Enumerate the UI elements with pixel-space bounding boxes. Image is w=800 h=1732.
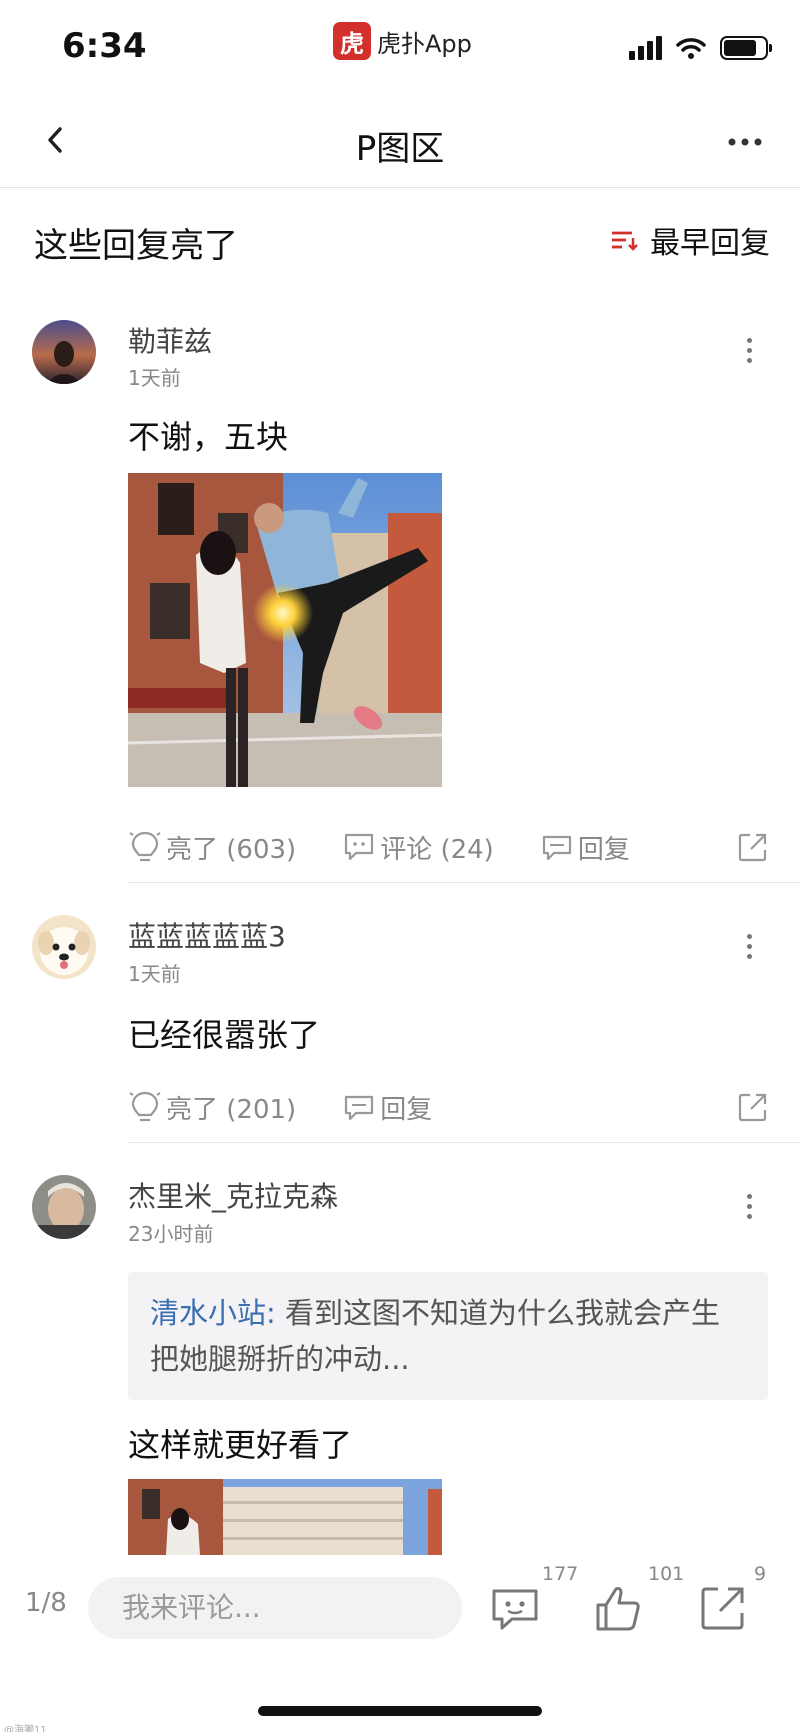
app-name: 虎扑App [377, 29, 472, 58]
reply-action-bar: 亮了 (201) 回复 [128, 1082, 770, 1132]
light-button[interactable]: 亮了 (201) [128, 1089, 296, 1126]
status-time: 6:34 [62, 26, 147, 66]
reply-more-button[interactable] [734, 926, 764, 966]
comments-count: 177 [542, 1563, 579, 1585]
divider [128, 882, 800, 883]
more-horizontal-icon [728, 138, 762, 146]
light-count: 亮了 (201) [166, 1094, 297, 1125]
avatar[interactable] [32, 915, 96, 979]
reply-text: 已经很嚣张了 [128, 1016, 321, 1054]
app-logo: 虎 [333, 22, 371, 60]
reply-timestamp: 23小时前 [128, 1222, 214, 1246]
reply-timestamp: 1天前 [128, 962, 181, 986]
reply-more-button[interactable] [734, 330, 764, 370]
lightbulb-icon [129, 831, 161, 862]
reply-label: 回复 [577, 834, 630, 865]
avatar[interactable] [32, 320, 96, 384]
status-bar: 6:34 虎 虎扑App [0, 0, 800, 95]
section-header: 这些回复亮了 最早回复 [0, 188, 800, 288]
reply-image[interactable] [128, 473, 442, 787]
comment-input[interactable]: 我来评论... [88, 1577, 462, 1639]
quoted-reply-author[interactable]: 清水小站: [150, 1296, 276, 1330]
reply-more-button[interactable] [734, 1186, 764, 1226]
reply-username[interactable]: 蓝蓝蓝蓝蓝3 [128, 915, 286, 955]
reply-text: 这样就更好看了 [128, 1426, 353, 1464]
comments-icon[interactable] [488, 1581, 542, 1635]
reply-image[interactable] [128, 1479, 442, 1555]
avatar[interactable] [32, 1175, 96, 1239]
reply-text: 不谢，五块 [128, 418, 289, 456]
divider [128, 1142, 800, 1143]
sort-button[interactable]: 最早回复 [610, 218, 770, 262]
reply-button[interactable]: 回复 [342, 1089, 432, 1126]
reply-button[interactable]: 回复 [540, 829, 630, 866]
reply-username[interactable]: 勒菲兹 [128, 320, 212, 360]
quoted-reply[interactable]: 清水小站: 看到这图不知道为什么我就会产生把她腿掰折的冲动... [128, 1272, 768, 1400]
share-icon [738, 1093, 767, 1122]
light-button[interactable]: 亮了 (603) [128, 829, 296, 866]
share-icon[interactable] [696, 1581, 750, 1635]
comment-count: 评论 (24) [380, 834, 494, 865]
reply-timestamp: 1天前 [128, 366, 181, 390]
reply-bubble-icon [345, 1095, 374, 1121]
cellular-signal-icon [629, 36, 662, 60]
share-button[interactable] [736, 1090, 770, 1124]
lightbulb-icon [129, 1091, 161, 1122]
share-button[interactable] [736, 830, 770, 864]
more-options-button[interactable] [720, 117, 770, 167]
shares-count: 9 [754, 1563, 767, 1585]
reply-label: 回复 [380, 1094, 433, 1125]
comment-bubble-icon [345, 833, 374, 861]
bottom-bar: 1/8 我来评论... 177 101 9 @海獭11 [0, 1555, 800, 1732]
wifi-icon [676, 38, 706, 59]
status-icons [629, 36, 772, 60]
reply-action-bar: 亮了 (603) 评论 (24) 回复 [128, 822, 770, 872]
sort-icon [612, 231, 638, 251]
nav-bar: P图区 [0, 95, 800, 188]
reply-bubble-icon [542, 835, 571, 861]
battery-icon [720, 36, 772, 60]
sort-label: 最早回复 [650, 226, 770, 261]
status-app-indicator: 虎 虎扑App [333, 22, 472, 60]
watermark: @海獭11 [4, 1725, 47, 1732]
likes-count: 101 [648, 1563, 685, 1585]
comment-button[interactable]: 评论 (24) [342, 829, 494, 866]
share-icon [738, 833, 767, 862]
section-title: 这些回复亮了 [34, 226, 238, 266]
home-indicator[interactable] [258, 1706, 542, 1716]
reply-username[interactable]: 杰里米_克拉克森 [128, 1175, 338, 1215]
page-title: P图区 [355, 129, 445, 169]
thumbs-up-icon[interactable] [590, 1581, 644, 1635]
page-indicator: 1/8 [25, 1588, 67, 1618]
light-count: 亮了 (603) [166, 834, 297, 865]
